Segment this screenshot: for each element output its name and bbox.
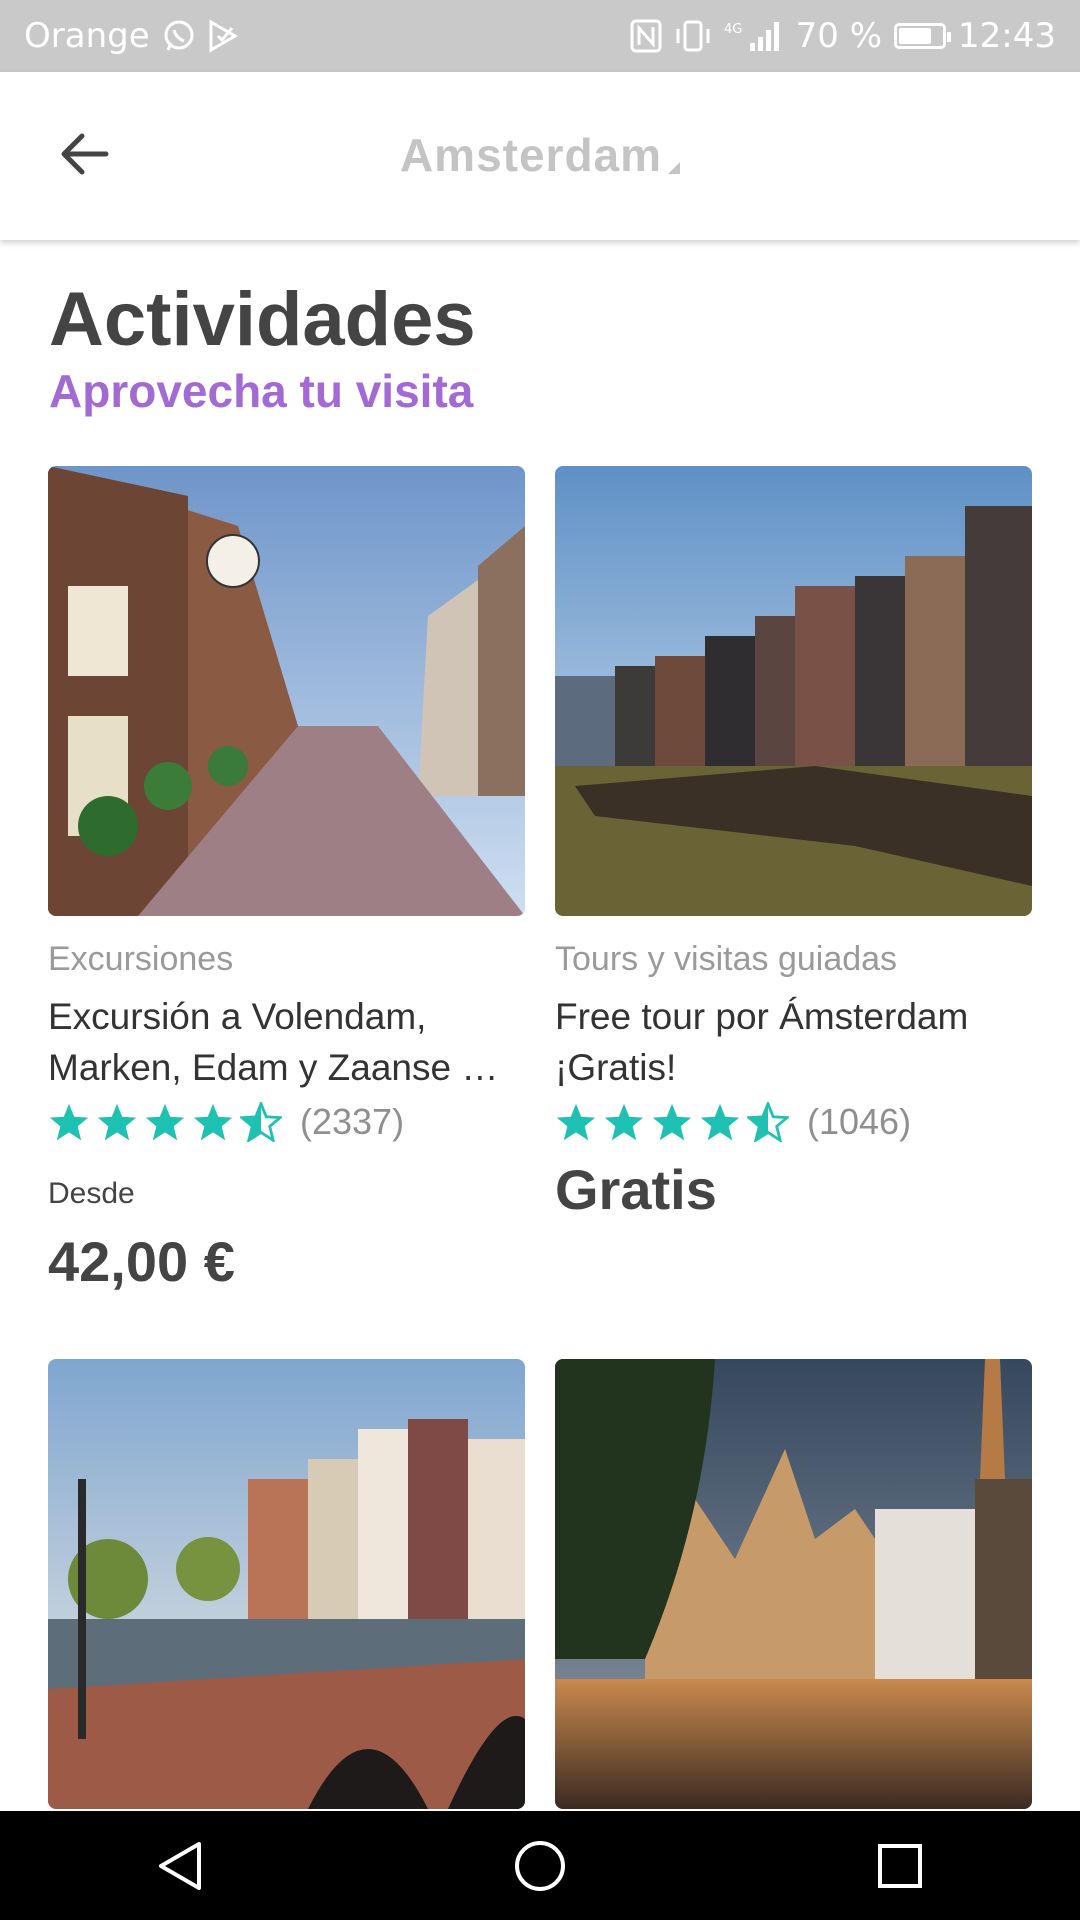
bruges-canal-image	[555, 1359, 1032, 1809]
canal-houses-image	[555, 466, 1032, 916]
activity-card-free-tour[interactable]: Tours y visitas guiadas Free tour por Ám…	[555, 466, 1032, 1222]
card-price: Gratis	[555, 1158, 717, 1221]
signal-icon: 4G	[724, 19, 784, 53]
star-full-icon	[652, 1103, 692, 1141]
activity-card-bruges[interactable]	[555, 1359, 1032, 1809]
home-circle-icon	[515, 1840, 565, 1891]
card-price: 42,00 €	[48, 1230, 235, 1293]
price-label: Desde	[48, 1177, 135, 1210]
status-bar: Orange 4G 70 % 12:43	[0, 0, 1080, 72]
status-right: 4G 70 % 12:43	[630, 16, 1056, 56]
review-count: (1046)	[807, 1101, 912, 1142]
app-header: Amsterdam	[0, 72, 1080, 240]
card-rating: (1046)	[555, 1101, 1032, 1143]
street-photo-image	[48, 466, 525, 916]
dropdown-caret-icon	[668, 162, 681, 174]
nav-back-button[interactable]	[140, 1826, 220, 1906]
star-rating	[48, 1102, 282, 1142]
battery-percent: 70 %	[795, 16, 883, 56]
star-half-icon	[240, 1102, 282, 1142]
section-title: Actividades	[49, 277, 476, 362]
vibrate-icon	[674, 19, 712, 53]
star-full-icon	[604, 1103, 644, 1141]
star-full-icon	[97, 1103, 137, 1141]
card-rating: (2337)	[48, 1101, 525, 1143]
card-category: Tours y visitas guiadas	[555, 940, 898, 978]
star-full-icon	[49, 1103, 89, 1141]
star-full-icon	[145, 1103, 185, 1141]
review-count: (2337)	[300, 1101, 405, 1142]
star-full-icon	[700, 1103, 740, 1141]
card-title: Free tour por Ámsterdam ¡Gratis!	[555, 996, 969, 1088]
star-full-icon	[556, 1103, 596, 1141]
nav-home-button[interactable]	[500, 1826, 580, 1906]
star-full-icon	[193, 1103, 233, 1141]
nav-recents-button[interactable]	[860, 1826, 940, 1906]
network-label: 4G	[724, 22, 742, 37]
page-title: Amsterdam	[399, 129, 663, 181]
status-left: Orange	[24, 16, 238, 56]
whatsapp-icon	[162, 19, 196, 53]
section-subtitle: Aprovecha tu visita	[49, 365, 474, 417]
recents-square-icon	[878, 1843, 922, 1888]
card-category: Excursiones	[48, 940, 234, 978]
star-half-icon	[747, 1102, 789, 1142]
play-store-icon	[208, 19, 238, 53]
clock: 12:43	[958, 16, 1056, 56]
activity-card-canal-bridge[interactable]	[48, 1359, 525, 1809]
system-nav-bar	[0, 1811, 1080, 1920]
battery-icon	[894, 23, 952, 49]
canal-bridge-image	[48, 1359, 525, 1809]
city-selector[interactable]: Amsterdam	[0, 128, 1080, 182]
carrier-label: Orange	[24, 16, 150, 56]
nfc-icon	[630, 19, 662, 53]
card-title: Excursión a Volendam, Marken, Edam y Zaa…	[48, 996, 499, 1088]
activity-card-volendam[interactable]: Excursiones Excursión a Volendam, Marken…	[48, 466, 525, 1294]
back-triangle-icon	[159, 1841, 201, 1890]
star-rating	[555, 1102, 789, 1142]
